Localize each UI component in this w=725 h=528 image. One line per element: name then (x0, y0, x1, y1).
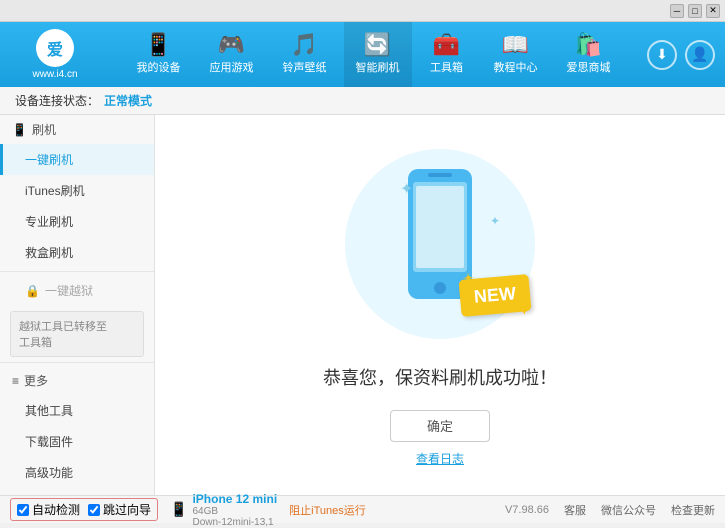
top-nav: 爱 www.i4.cn 📱 我的设备 🎮 应用游戏 🎵 铃声壁纸 🔄 智能刷机 … (0, 22, 725, 87)
skip-wizard-label: 跳过向导 (103, 501, 151, 518)
main-layout: 📱 刷机 一键刷机 iTunes刷机 专业刷机 救盒刷机 🔒 一键越狱 越狱工具… (0, 115, 725, 495)
logo-icon: 爱 (36, 29, 74, 67)
nav-item-ringtones[interactable]: 🎵 铃声壁纸 (271, 22, 339, 87)
nav-item-tutorials[interactable]: 📖 教程中心 (482, 22, 550, 87)
logo-text: www.i4.cn (32, 69, 77, 80)
nav-item-apps-games[interactable]: 🎮 应用游戏 (198, 22, 266, 87)
sidebar-item-itunes-flash[interactable]: iTunes刷机 (0, 175, 154, 206)
device-storage: 64GB (192, 506, 277, 517)
status-prefix: 设备连接状态： (15, 92, 99, 109)
device-details: iPhone 12 mini 64GB Down-12mini-13,1 (192, 492, 277, 528)
apple-store-icon: 🛍️ (575, 34, 602, 56)
toolbox-icon: 🧰 (433, 34, 460, 56)
minimize-btn[interactable]: ─ (670, 4, 684, 18)
nav-item-smart-flash[interactable]: 🔄 智能刷机 (344, 22, 412, 87)
flash-section-title: 刷机 (32, 121, 56, 138)
sidebar-section-jailbreak: 🔒 一键越狱 (0, 275, 154, 306)
sidebar-item-advanced[interactable]: 高级功能 (0, 457, 154, 488)
success-illustration: ✦ ✦ NEW (340, 144, 540, 344)
device-name: iPhone 12 mini (192, 492, 277, 506)
status-bar: 设备连接状态： 正常模式 (0, 87, 725, 115)
device-model: Down-12mini-13,1 (192, 517, 277, 528)
auto-detect-checkbox[interactable] (17, 504, 29, 516)
my-device-icon: 📱 (145, 34, 172, 56)
more-section-icon: ≡ (12, 374, 19, 388)
sidebar-item-download-firmware[interactable]: 下载固件 (0, 426, 154, 457)
window-controls[interactable]: ─ □ ✕ (670, 4, 720, 18)
device-phone-icon: 📱 (170, 501, 187, 518)
sidebar-item-pro-flash[interactable]: 专业刷机 (0, 206, 154, 237)
sidebar: 📱 刷机 一键刷机 iTunes刷机 专业刷机 救盒刷机 🔒 一键越狱 越狱工具… (0, 115, 155, 495)
my-device-label: 我的设备 (137, 59, 181, 75)
sidebar-item-save-data-flash[interactable]: 救盒刷机 (0, 237, 154, 268)
bottom-left: 自动检测 跳过向导 📱 iPhone 12 mini 64GB Down-12m… (10, 492, 366, 528)
lock-icon: 🔒 (25, 284, 40, 298)
close-btn[interactable]: ✕ (706, 4, 720, 18)
nav-right-buttons: ⬇ 👤 (647, 40, 715, 70)
customer-service-link[interactable]: 客服 (564, 502, 586, 518)
tutorials-icon: 📖 (502, 34, 529, 56)
sidebar-section-more: ≡ 更多 (0, 366, 154, 395)
sidebar-item-other-tools[interactable]: 其他工具 (0, 395, 154, 426)
bottom-right: V7.98.66 客服 微信公众号 检查更新 (505, 502, 715, 518)
version-label: V7.98.66 (505, 504, 549, 516)
skip-wizard-checkbox-label[interactable]: 跳过向导 (88, 501, 151, 518)
check-update-link[interactable]: 检查更新 (671, 502, 715, 518)
nav-item-apple-store[interactable]: 🛍️ 爱思商城 (555, 22, 623, 87)
jailbreak-label: 一键越狱 (45, 282, 93, 299)
toolbox-label: 工具箱 (430, 59, 463, 75)
success-message: 恭喜您，保资料刷机成功啦！ (323, 364, 557, 390)
ringtones-icon: 🎵 (291, 34, 318, 56)
title-bar: ─ □ ✕ (0, 0, 725, 22)
user-btn[interactable]: 👤 (685, 40, 715, 70)
new-badge: NEW (459, 274, 532, 317)
wechat-public-link[interactable]: 微信公众号 (601, 502, 656, 518)
jailbreak-info-text: 越狱工具已转移至工具箱 (19, 321, 107, 349)
checkbox-group: 自动检测 跳过向导 (10, 498, 158, 521)
jailbreak-info-box: 越狱工具已转移至工具箱 (10, 311, 144, 357)
auto-detect-label: 自动检测 (32, 501, 80, 518)
bottom-bar: 自动检测 跳过向导 📱 iPhone 12 mini 64GB Down-12m… (0, 495, 725, 523)
auto-detect-checkbox-label[interactable]: 自动检测 (17, 501, 80, 518)
nav-items: 📱 我的设备 🎮 应用游戏 🎵 铃声壁纸 🔄 智能刷机 🧰 工具箱 📖 教程中心… (100, 22, 647, 87)
sidebar-item-one-click-flash[interactable]: 一键刷机 (0, 144, 154, 175)
apps-games-icon: 🎮 (218, 34, 245, 56)
tutorials-label: 教程中心 (494, 59, 538, 75)
device-info: 📱 iPhone 12 mini 64GB Down-12mini-13,1 (170, 492, 277, 528)
flash-section-icon: 📱 (12, 123, 27, 137)
nav-item-my-device[interactable]: 📱 我的设备 (125, 22, 193, 87)
smart-flash-icon: 🔄 (364, 34, 391, 56)
apps-games-label: 应用游戏 (210, 59, 254, 75)
smart-flash-label: 智能刷机 (356, 59, 400, 75)
nav-item-toolbox[interactable]: 🧰 工具箱 (417, 22, 477, 87)
ringtones-label: 铃声壁纸 (283, 59, 327, 75)
maximize-btn[interactable]: □ (688, 4, 702, 18)
confirm-button[interactable]: 确定 (390, 410, 490, 442)
status-value: 正常模式 (104, 92, 152, 109)
view-log-link[interactable]: 查看日志 (416, 450, 464, 467)
apple-store-label: 爱思商城 (567, 59, 611, 75)
logo-area: 爱 www.i4.cn (10, 29, 100, 80)
itunes-status[interactable]: 阻止iTunes运行 (289, 502, 366, 518)
sidebar-section-flash: 📱 刷机 (0, 115, 154, 144)
sidebar-divider-2 (0, 362, 154, 363)
download-btn[interactable]: ⬇ (647, 40, 677, 70)
more-section-title: 更多 (24, 372, 48, 389)
content-area: ✦ ✦ NEW 恭喜您，保资料刷机成功啦！ 确定 查看日志 (155, 115, 725, 495)
sparkle-1: ✦ (400, 179, 413, 199)
sparkle-2: ✦ (490, 214, 500, 228)
sidebar-divider-1 (0, 271, 154, 272)
logo-symbol: 爱 (47, 36, 63, 60)
skip-wizard-checkbox[interactable] (88, 504, 100, 516)
